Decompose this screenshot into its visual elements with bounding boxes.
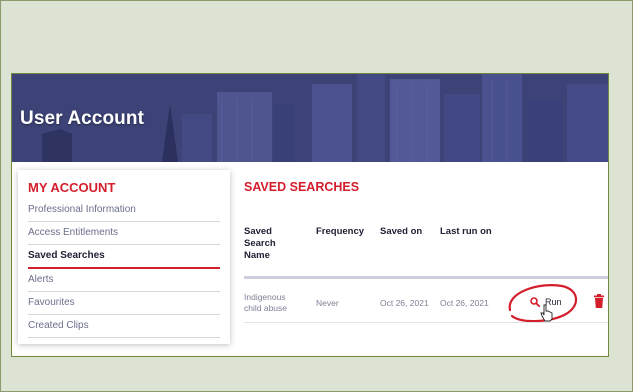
hand-pointer-icon (540, 304, 553, 322)
column-header-saved-on[interactable]: Saved on (380, 226, 422, 238)
account-sidebar: MY ACCOUNT Professional Information Acce… (18, 170, 230, 344)
sidebar-item-saved-searches[interactable]: Saved Searches (28, 245, 220, 269)
row-last-run-on: Oct 26, 2021 (440, 298, 489, 308)
search-icon (530, 297, 540, 307)
header-divider (244, 276, 608, 279)
row-frequency: Never (316, 298, 339, 308)
row-search-name: Indigenous child abuse (244, 292, 288, 313)
row-divider (244, 322, 608, 323)
sidebar-item-alerts[interactable]: Alerts (28, 269, 220, 292)
column-header-frequency[interactable]: Frequency (316, 226, 364, 238)
saved-searches-panel: SAVED SEARCHES Saved Search Name Frequen… (244, 162, 608, 352)
user-account-banner: User Account (12, 74, 608, 162)
sidebar-title: MY ACCOUNT (28, 180, 116, 195)
sidebar-item-favourites[interactable]: Favourites (28, 292, 220, 315)
sidebar-item-professional-information[interactable]: Professional Information (28, 199, 220, 222)
screenshot-frame: User Account MY ACCOUNT Professional Inf… (11, 73, 609, 357)
account-content: MY ACCOUNT Professional Information Acce… (12, 162, 608, 356)
trash-icon[interactable] (594, 294, 604, 308)
section-title: SAVED SEARCHES (244, 180, 360, 194)
row-saved-on: Oct 26, 2021 (380, 298, 429, 308)
sidebar-item-access-entitlements[interactable]: Access Entitlements (28, 222, 220, 245)
sidebar-item-created-clips[interactable]: Created Clips (28, 315, 220, 338)
page-title: User Account (20, 108, 145, 129)
column-header-last-run-on[interactable]: Last run on (440, 226, 492, 238)
column-header-name[interactable]: Saved Search Name (244, 226, 276, 262)
